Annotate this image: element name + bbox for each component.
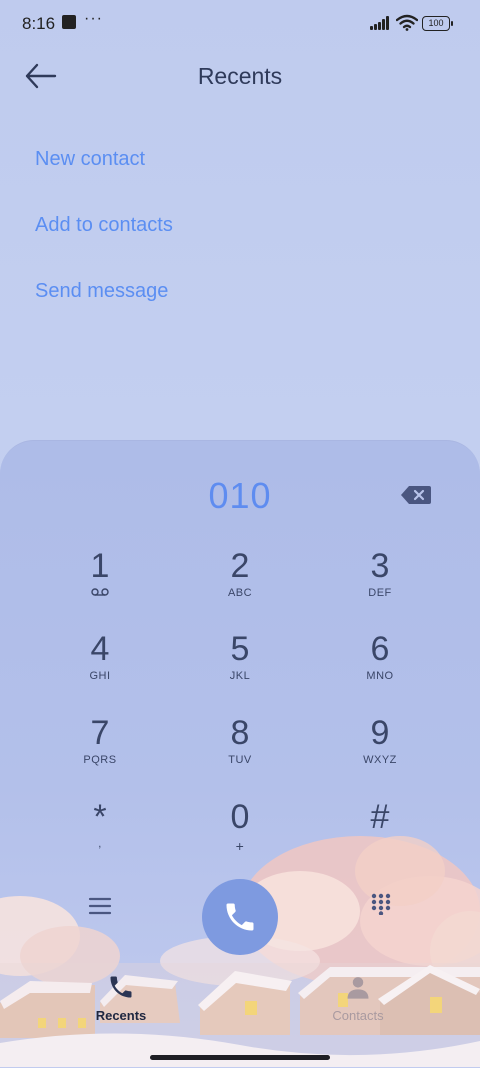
phone-icon: [226, 903, 254, 931]
phone-icon: [110, 976, 132, 998]
person-icon: [347, 977, 369, 999]
key-4[interactable]: 4 GHI: [45, 631, 155, 701]
key-digit: 1: [90, 547, 110, 585]
tab-contacts-label: Contacts: [332, 1008, 384, 1023]
add-to-contacts-link[interactable]: Add to contacts: [35, 214, 173, 237]
key-0[interactable]: 0 +: [185, 799, 295, 869]
voicemail-icon: [91, 588, 109, 596]
key-7[interactable]: 7 PQRS: [45, 715, 155, 785]
key-2[interactable]: 2 ABC: [185, 548, 295, 618]
key-6[interactable]: 6 MNO: [325, 631, 435, 701]
key-letters: PQRS: [83, 754, 117, 766]
key-letters: ,: [98, 838, 102, 850]
more-notifications-icon: ···: [84, 10, 103, 27]
battery-icon: 100: [422, 16, 450, 31]
notification-icon: [62, 15, 76, 29]
key-letters: MNO: [366, 670, 394, 682]
call-button[interactable]: [202, 879, 278, 955]
key-star[interactable]: * ,: [45, 799, 155, 869]
tab-contacts[interactable]: Contacts: [303, 973, 413, 1033]
key-5[interactable]: 5 JKL: [185, 631, 295, 701]
key-letters: GHI: [89, 670, 111, 682]
key-hash[interactable]: #: [325, 799, 435, 869]
key-digit: 6: [370, 630, 390, 668]
send-message-link[interactable]: Send message: [35, 280, 168, 303]
key-digit: 3: [370, 547, 390, 585]
key-digit: 9: [370, 714, 390, 752]
key-letters: ABC: [227, 587, 253, 599]
key-letters: +: [235, 838, 245, 854]
tab-recents-label: Recents: [95, 1008, 147, 1023]
backspace-button[interactable]: [400, 485, 432, 505]
dialpad-icon: [371, 893, 391, 915]
bottom-navigation: Recents Contacts: [0, 963, 480, 1067]
menu-icon: [88, 897, 112, 915]
wifi-icon: [396, 14, 418, 31]
new-contact-link[interactable]: New contact: [35, 148, 145, 171]
battery-tip: [451, 21, 453, 26]
key-letters: WXYZ: [363, 754, 397, 766]
key-9[interactable]: 9 WXYZ: [325, 715, 435, 785]
key-3[interactable]: 3 DEF: [325, 548, 435, 618]
page-title: Recents: [197, 63, 283, 89]
key-digit: 8: [230, 714, 250, 752]
backspace-icon: [401, 486, 431, 504]
key-letters: DEF: [368, 587, 392, 599]
home-indicator[interactable]: [150, 1055, 330, 1060]
key-digit: 7: [90, 714, 110, 752]
key-digit: #: [370, 798, 390, 836]
status-bar: 8:16 ··· 100: [0, 0, 480, 46]
key-1[interactable]: 1: [45, 548, 155, 618]
key-digit: 2: [230, 547, 250, 585]
dialpad-toggle-button[interactable]: [370, 893, 392, 915]
signal-icon: [370, 16, 392, 30]
key-digit: 0: [230, 798, 250, 836]
key-letters: JKL: [229, 670, 251, 682]
key-digit: *: [93, 798, 107, 836]
tab-recents[interactable]: Recents: [66, 973, 176, 1033]
status-time: 8:16: [22, 14, 56, 33]
key-digit: 5: [230, 630, 250, 668]
key-letters: TUV: [228, 754, 252, 766]
key-digit: 4: [90, 630, 110, 668]
key-8[interactable]: 8 TUV: [185, 715, 295, 785]
menu-button[interactable]: [88, 895, 112, 917]
